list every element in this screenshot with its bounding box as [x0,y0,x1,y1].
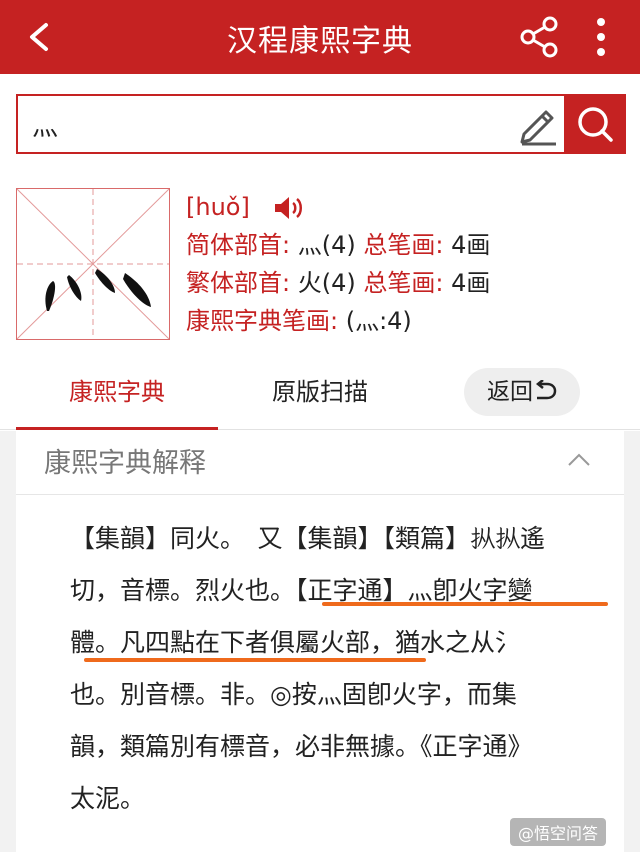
traditional-radical-row: 繁体部首: 火(4) 总笔画: 4画 [186,264,490,302]
search-button[interactable] [564,94,626,154]
handwriting-pencil-icon[interactable] [516,102,560,146]
return-button-label: 返回 [487,379,533,405]
traditional-strokes-label: 总笔画: [355,269,452,297]
traditional-radical-value: 火(4) [297,269,356,297]
simplified-strokes-label: 总笔画: [355,231,452,259]
highlight-underline [322,602,608,606]
explanation-panel-header[interactable]: 康熙字典解释 [16,431,624,495]
traditional-strokes-value: 4画 [451,269,491,297]
kangxi-strokes-value: (灬:4) [345,307,412,335]
return-arrow-icon [535,379,557,400]
simplified-radical-row: 简体部首: 灬(4) 总笔画: 4画 [186,226,490,264]
explanation-text: 【集韻】同火。 又【集韻】【類篇】𪭢𪭢遙 切，音標。烈火也。【正字通】灬卽火字變… [70,513,590,825]
simplified-strokes-value: 4画 [451,231,491,259]
explanation-title: 康熙字典解释 [44,448,206,479]
explanation-panel: 康熙字典解释 【集韻】同火。 又【集韻】【類篇】𪭢𪭢遙 切，音標。烈火也。【正字… [16,431,624,852]
explanation-line: 也。別音標。非。◎按灬固卽火字，而集 [70,680,517,709]
kangxi-strokes-row: 康熙字典笔画: (灬:4) [186,302,490,340]
watermark: @悟空问答 [510,818,607,846]
search-area [0,74,640,164]
chevron-up-icon[interactable] [566,447,592,473]
simplified-radical-label: 简体部首: [186,231,298,259]
search-icon [578,107,613,142]
search-input[interactable] [32,104,502,144]
highlight-underline [84,658,426,662]
explanation-line: 韻，類篇別有標音，必非無據。《正字通》 [70,732,533,761]
pinyin-row: [huǒ] [186,188,490,226]
tab-bar: 康熙字典 原版扫描 返回 [0,358,640,430]
kangxi-strokes-label: 康熙字典笔画: [186,307,346,335]
traditional-radical-label: 繁体部首: [186,269,298,297]
return-button[interactable]: 返回 [464,368,580,416]
share-icon[interactable] [516,14,562,60]
explanation-line: 【集韻】同火。 又【集韻】【類篇】𪭢𪭢遙 [70,524,546,553]
tab-original-scan[interactable]: 原版扫描 [220,358,420,430]
character-info: [huǒ] 简体部首: 灬(4) 总笔画: 4画 繁体部首: 火(4) 总笔画:… [186,188,490,340]
tab-kangxi-dictionary[interactable]: 康熙字典 [16,358,218,430]
search-box [16,94,626,154]
app-bar: 汉程康熙字典 [0,0,640,74]
pinyin: [huǒ] [186,193,250,221]
character-glyph-grid [16,188,170,340]
simplified-radical-value: 灬(4) [297,231,356,259]
speaker-icon[interactable] [273,195,305,221]
more-options-icon[interactable] [588,14,614,60]
explanation-line: 切，音標。烈火也。【正字通】灬卽火字變 [70,576,533,605]
character-glyph-image [17,189,169,339]
